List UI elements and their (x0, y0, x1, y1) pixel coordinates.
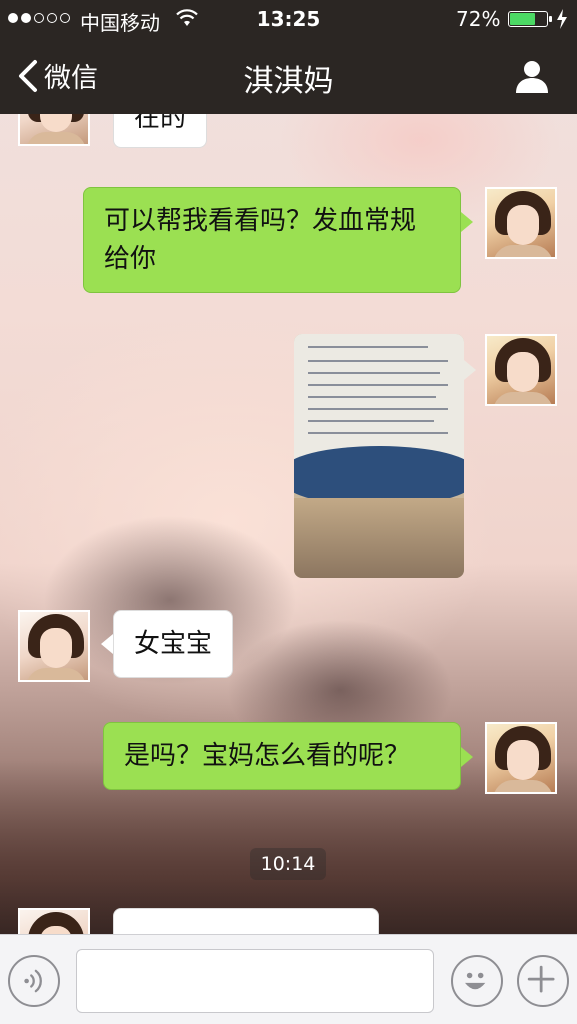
contact-avatar[interactable] (18, 908, 90, 934)
avatar-face (507, 205, 539, 245)
message-text: 是吗？宝妈怎么看的呢？ (124, 741, 411, 771)
avatar-body (26, 668, 86, 680)
avatar-body (493, 245, 553, 257)
avatar-face (40, 114, 72, 132)
incoming-message-bubble[interactable]: 在的 (113, 114, 208, 148)
incoming-message-bubble[interactable]: 女宝宝 (113, 610, 234, 678)
emoji-button[interactable] (451, 955, 503, 1007)
status-bar: 中国移动 13:25 72% (0, 0, 577, 38)
contact-avatar[interactable] (18, 114, 90, 146)
avatar-face (507, 352, 539, 392)
emoji-icon (465, 972, 486, 990)
battery-nub (549, 16, 552, 22)
avatar-body (26, 132, 86, 144)
floor (294, 498, 464, 578)
bubble-tail (461, 747, 473, 767)
chat-title: 淇淇妈 (243, 64, 334, 99)
voice-icon (24, 969, 42, 993)
message-text: 女宝宝 (134, 629, 213, 659)
report-line (308, 420, 434, 422)
message-timestamp: 10:14 (250, 848, 326, 880)
person-icon[interactable] (514, 58, 550, 94)
lab-report-paper (294, 334, 464, 462)
incoming-message-bubble[interactable] (113, 908, 379, 934)
avatar-face (40, 628, 72, 668)
message-input[interactable] (76, 949, 434, 1013)
my-avatar[interactable] (485, 334, 557, 406)
navigation-bar: 微信 淇淇妈 (0, 38, 577, 114)
battery-fill (510, 13, 535, 25)
avatar-body (493, 780, 553, 792)
outgoing-message-bubble[interactable]: 可以帮我看看吗？发血常规给你 (83, 187, 461, 293)
report-line (308, 360, 448, 362)
message-text: 在的 (134, 114, 187, 133)
image-message[interactable] (294, 334, 464, 578)
charging-bolt-icon (557, 9, 567, 29)
report-line (308, 432, 448, 434)
message-text: 可以帮我看看吗？发血常规给你 (104, 206, 417, 274)
message-list[interactable]: 在的 可以帮我看看吗？发血常规给你 女宝宝 是吗？宝妈怎么看的呢？ 10:14 (0, 114, 577, 934)
battery-percent: 72% (456, 7, 501, 31)
report-line (308, 408, 448, 410)
bubble-tail (461, 212, 473, 232)
bubble-tail (464, 360, 476, 380)
bubble-tail (101, 634, 113, 654)
report-line (308, 372, 440, 374)
battery-icon (508, 11, 552, 27)
report-line (308, 384, 448, 386)
outgoing-message-bubble[interactable]: 是吗？宝妈怎么看的呢？ (103, 722, 461, 790)
my-avatar[interactable] (485, 187, 557, 259)
report-line (308, 396, 436, 398)
blue-stool (294, 446, 464, 506)
voice-button[interactable] (8, 955, 60, 1007)
avatar-body (493, 392, 553, 404)
report-line (308, 346, 428, 348)
contact-avatar[interactable] (18, 610, 90, 682)
my-avatar[interactable] (485, 722, 557, 794)
message-input-bar (0, 934, 577, 1024)
plus-button[interactable] (517, 955, 569, 1007)
avatar-face (507, 740, 539, 780)
plus-icon (527, 965, 555, 993)
